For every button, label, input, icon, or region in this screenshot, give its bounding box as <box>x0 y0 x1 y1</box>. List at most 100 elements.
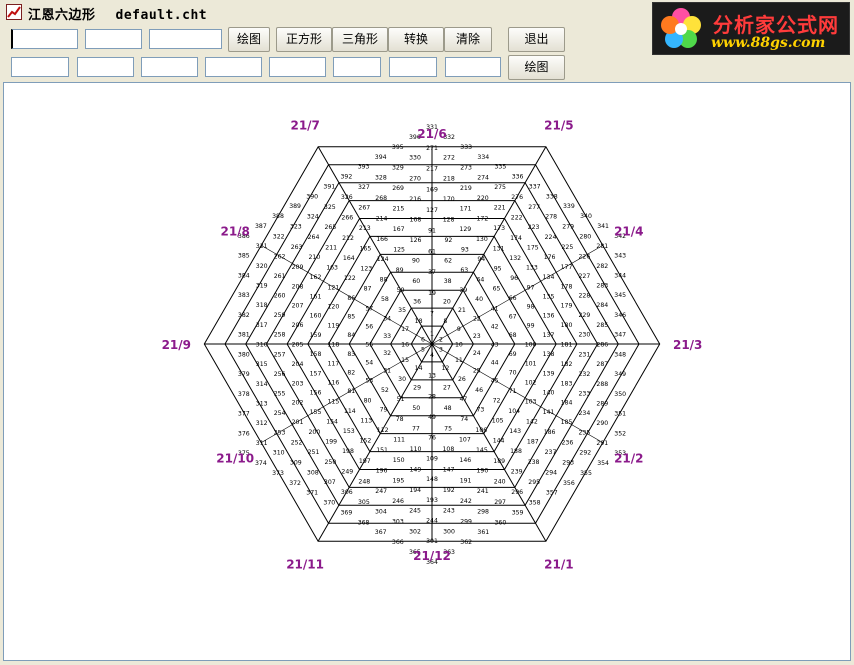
triangle-button[interactable]: 三角形 <box>332 27 388 52</box>
hex-number: 289 <box>596 401 608 408</box>
drawing-canvas[interactable]: 1 2 3 4 5 6 7 8 9 10 11 12 13 14 15 16 17 18 19 20 21 22 23 24 2… <box>3 82 851 661</box>
hex-number: 103 <box>525 398 537 405</box>
hex-number: 186 <box>544 429 556 436</box>
hex-number: 41 <box>491 305 499 312</box>
hex-number: 154 <box>326 418 338 425</box>
hex-number: 108 <box>442 446 454 453</box>
exit-button[interactable]: 退出 <box>508 27 565 52</box>
input-row1-2[interactable] <box>85 29 142 49</box>
hex-number: 55 <box>365 342 373 349</box>
hex-number: 267 <box>358 205 370 212</box>
hex-number: 256 <box>274 371 286 378</box>
hex-number: 280 <box>579 233 591 240</box>
hex-number: 170 <box>443 196 455 203</box>
window-title-text: 江恩六边形 <box>28 8 96 23</box>
hex-number: 340 <box>580 213 592 220</box>
hex-number: 361 <box>477 529 489 536</box>
hex-number: 329 <box>392 165 404 172</box>
hex-number: 120 <box>327 304 339 311</box>
input-row2-8[interactable] <box>445 57 501 77</box>
hex-number: 169 <box>426 186 438 193</box>
hex-number: 300 <box>443 528 455 535</box>
hex-number: 349 <box>614 371 626 378</box>
hex-number: 171 <box>460 206 472 213</box>
hex-number: 310 <box>273 450 285 457</box>
draw-button-2[interactable]: 绘图 <box>508 55 565 80</box>
hex-number: 40 <box>475 296 483 303</box>
hex-number: 333 <box>460 144 472 151</box>
draw-button-1[interactable]: 绘图 <box>228 27 270 52</box>
hex-number: 234 <box>578 410 590 417</box>
input-row2-2[interactable] <box>77 57 134 77</box>
hex-number: 260 <box>274 293 286 300</box>
hex-number: 111 <box>393 436 405 443</box>
hex-number: 373 <box>272 470 284 477</box>
hex-number: 140 <box>543 390 555 397</box>
hex-number: 34 <box>383 316 391 323</box>
hex-number: 95 <box>494 266 502 273</box>
hex-number: 284 <box>596 302 608 309</box>
hex-number: 76 <box>428 435 436 442</box>
hex-number: 106 <box>475 427 487 434</box>
hex-number: 327 <box>358 184 370 191</box>
hex-number: 290 <box>596 420 608 427</box>
hex-number: 282 <box>596 263 608 270</box>
hex-number: 67 <box>509 314 517 321</box>
hex-number: 226 <box>578 254 590 261</box>
hex-number: 247 <box>375 488 387 495</box>
hex-number: 241 <box>477 488 489 495</box>
hex-number: 390 <box>306 193 318 200</box>
hex-number: 316 <box>256 342 268 349</box>
input-row2-7[interactable] <box>389 57 437 77</box>
hex-number: 15 <box>401 357 409 364</box>
hex-number: 366 <box>392 539 404 546</box>
gann-hexagon-chart: 1234567891011121314151617181920212223242… <box>162 118 703 571</box>
hex-number: 5 <box>421 347 425 354</box>
hex-number: 17 <box>401 326 409 333</box>
hex-number: 259 <box>274 312 286 319</box>
hex-number: 182 <box>561 361 573 368</box>
input-row2-5[interactable] <box>269 57 326 77</box>
hex-number: 86 <box>347 295 355 302</box>
square-button[interactable]: 正方形 <box>276 27 332 52</box>
hex-number: 172 <box>476 215 488 222</box>
hex-number: 33 <box>383 333 391 340</box>
hex-number: 181 <box>561 342 573 349</box>
hex-number: 244 <box>426 517 438 524</box>
input-row1-3[interactable] <box>149 29 222 49</box>
app-chart-icon <box>6 4 22 20</box>
hex-number: 160 <box>310 313 322 320</box>
hex-number: 25 <box>473 367 481 374</box>
hex-number: 268 <box>375 195 387 202</box>
direction-label-5: 21/5 <box>544 118 573 132</box>
hex-number: 117 <box>327 361 339 368</box>
hex-number: 16 <box>401 342 409 349</box>
hex-number: 70 <box>509 369 517 376</box>
hex-number: 261 <box>274 273 286 280</box>
hex-number: 29 <box>413 385 421 392</box>
hex-number: 13 <box>428 373 436 380</box>
hex-number: 164 <box>343 255 355 262</box>
hex-number: 142 <box>526 418 538 425</box>
input-row1-1[interactable] <box>11 29 78 49</box>
hex-number: 281 <box>596 243 608 250</box>
hex-number: 379 <box>238 371 250 378</box>
hex-number: 237 <box>545 449 557 456</box>
hex-number: 88 <box>380 276 388 283</box>
clear-button[interactable]: 清除 <box>444 27 492 52</box>
hex-number: 313 <box>256 401 268 408</box>
hex-number: 348 <box>614 351 626 358</box>
hex-number: 308 <box>307 469 319 476</box>
input-row2-3[interactable] <box>141 57 198 77</box>
hex-number: 254 <box>274 410 286 417</box>
convert-button[interactable]: 转换 <box>388 27 444 52</box>
hex-number: 82 <box>347 369 355 376</box>
hex-number: 392 <box>340 174 352 181</box>
hex-number: 39 <box>459 287 467 294</box>
input-row2-6[interactable] <box>333 57 381 77</box>
input-row2-4[interactable] <box>205 57 262 77</box>
hex-number: 101 <box>525 361 537 368</box>
input-row2-1[interactable] <box>11 57 69 77</box>
hex-number: 178 <box>561 283 573 290</box>
hex-number: 369 <box>340 510 352 517</box>
